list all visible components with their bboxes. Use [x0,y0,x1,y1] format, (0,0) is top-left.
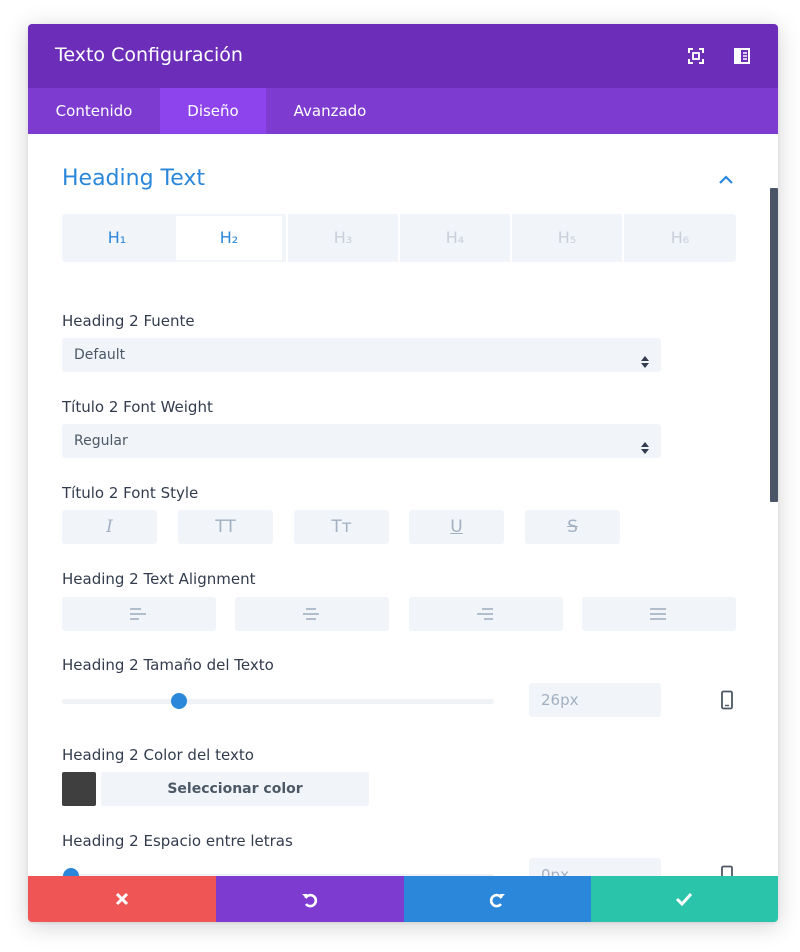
strikethrough-button[interactable]: S [525,510,620,544]
weight-select-value: Regular [74,433,128,449]
undo-button[interactable] [216,876,404,922]
select-arrows-icon [641,348,649,382]
tab-contenido[interactable]: Contenido [28,88,160,134]
heading-tab-h1[interactable]: H₁ [62,214,172,262]
select-arrows-icon [641,434,649,468]
text-size-label: Heading 2 Tamaño del Texto [62,656,274,674]
underline-button[interactable]: U [409,510,504,544]
text-size-slider[interactable] [62,693,494,709]
close-icon [115,892,129,906]
heading-tab-h4[interactable]: H₄ [398,214,510,262]
heading-tab-h2[interactable]: H₂ [174,214,284,262]
uppercase-icon: TT [215,517,236,537]
align-right-icon [477,608,493,620]
text-color-label: Heading 2 Color del texto [62,746,254,764]
underline-icon: U [450,517,463,537]
small-caps-icon: Tт [331,517,352,537]
font-style-label: Título 2 Font Style [62,484,199,502]
color-swatch[interactable] [62,772,96,806]
cancel-button[interactable] [28,876,216,922]
undo-icon [302,893,318,908]
checkmark-icon [675,892,693,907]
section-title[interactable]: Heading Text [62,166,205,191]
redo-button[interactable] [404,876,591,922]
settings-modal: Texto Configuración Contenido Diseño Ava… [28,24,778,922]
align-left-button[interactable] [62,597,216,631]
small-caps-button[interactable]: Tт [294,510,389,544]
letter-spacing-input[interactable]: 0px [529,858,661,876]
text-size-slider-handle[interactable] [170,693,187,709]
heading-tab-h5[interactable]: H₅ [510,214,622,262]
settings-tabs: Contenido Diseño Avanzado [28,88,778,134]
settings-content: Heading Text H₁ H₂ H₃ H₄ H₅ H₆ Heading 2… [28,134,778,876]
letter-spacing-label: Heading 2 Espacio entre letras [62,832,293,850]
modal-header: Texto Configuración [28,24,778,88]
heading-level-tabs: H₁ H₂ H₃ H₄ H₅ H₆ [62,214,736,262]
modal-footer [28,876,778,922]
align-justify-icon [650,608,666,620]
align-justify-button[interactable] [582,597,736,631]
tab-diseno[interactable]: Diseño [160,88,266,134]
font-select-value: Default [74,347,126,363]
modal-title: Texto Configuración [55,44,243,66]
align-left-icon [130,608,146,620]
italic-button[interactable]: I [62,510,157,544]
phone-icon[interactable] [720,690,734,710]
heading-tab-h6[interactable]: H₆ [622,214,736,262]
chevron-up-icon[interactable] [716,172,736,186]
select-color-button[interactable]: Seleccionar color [101,772,369,806]
scrollbar[interactable] [770,188,778,502]
heading-tab-h3[interactable]: H₃ [286,214,398,262]
font-select[interactable]: Default [62,338,661,372]
save-button[interactable] [591,876,778,922]
weight-label: Título 2 Font Weight [62,398,213,416]
align-center-icon [303,608,319,620]
phone-icon[interactable] [720,865,734,876]
alignment-label: Heading 2 Text Alignment [62,570,256,588]
redo-icon [489,893,505,908]
uppercase-button[interactable]: TT [178,510,273,544]
align-right-button[interactable] [409,597,563,631]
letter-spacing-slider-handle[interactable] [62,868,79,876]
tab-avanzado[interactable]: Avanzado [266,88,394,134]
strikethrough-icon: S [567,517,578,537]
align-center-button[interactable] [235,597,389,631]
sidebar-layout-icon[interactable] [732,46,752,66]
italic-icon: I [106,517,113,537]
text-size-input[interactable]: 26px [529,683,661,717]
expand-icon[interactable] [686,46,706,66]
weight-select[interactable]: Regular [62,424,661,458]
font-label: Heading 2 Fuente [62,312,195,330]
